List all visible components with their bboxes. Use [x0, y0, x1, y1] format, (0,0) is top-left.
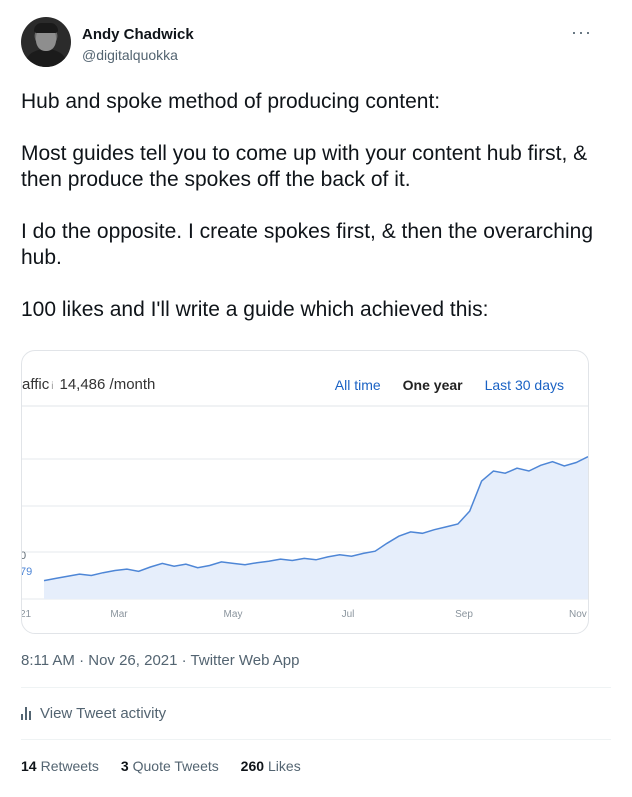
traffic-label: affic [22, 376, 50, 393]
traffic-area [44, 456, 588, 599]
divider [21, 739, 611, 740]
traffic-value: 14,486 /month [59, 376, 156, 393]
avatar-body [26, 49, 66, 67]
x-tick-label: Mar [110, 609, 128, 620]
x-tick-label: May [224, 609, 243, 620]
author-handle[interactable]: @digitalquokka [82, 47, 178, 63]
tweet-text: Hub and spoke method of producing conten… [21, 90, 593, 321]
avatar[interactable] [21, 17, 71, 67]
tab-all-time[interactable]: All time [335, 377, 381, 393]
x-tick-label: 21 [22, 609, 32, 620]
avatar-hair [34, 23, 58, 33]
tab-one-year[interactable]: One year [403, 377, 463, 393]
view-activity-link[interactable]: View Tweet activity [21, 705, 166, 722]
info-icon[interactable]: i [51, 381, 53, 392]
bar-chart-icon [21, 707, 31, 720]
x-tick-label: Nov [569, 609, 587, 620]
retweets-stat[interactable]: 14 Retweets [21, 758, 99, 774]
traffic-chart: 0 79 21 Mar May Jul Sep Nov [22, 405, 588, 620]
tweet-meta[interactable]: 8:11 AM · Nov 26, 2021 · Twitter Web App [21, 652, 299, 669]
more-options-icon[interactable]: ··· [571, 22, 592, 43]
traffic-chart-card: 0 79 21 Mar May Jul Sep Nov affici 14,486… [21, 350, 589, 634]
author-name[interactable]: Andy Chadwick [82, 26, 194, 43]
traffic-summary: affic i 14,486 /month [22, 376, 155, 393]
likes-stat[interactable]: 260 Likes [241, 758, 301, 774]
tab-last-30-days[interactable]: Last 30 days [485, 377, 564, 393]
y-tick-label: 0 [22, 550, 26, 562]
tweet-stats: 14 Retweets 3 Quote Tweets 260 Likes [21, 758, 319, 774]
activity-label: View Tweet activity [40, 705, 167, 722]
quote-tweets-stat[interactable]: 3 Quote Tweets [121, 758, 219, 774]
x-tick-label: Jul [342, 609, 355, 620]
divider [21, 687, 611, 688]
time-range-tabs: All time One year Last 30 days [313, 377, 564, 393]
x-tick-label: Sep [455, 609, 473, 620]
y-tick-label: 79 [22, 566, 32, 578]
